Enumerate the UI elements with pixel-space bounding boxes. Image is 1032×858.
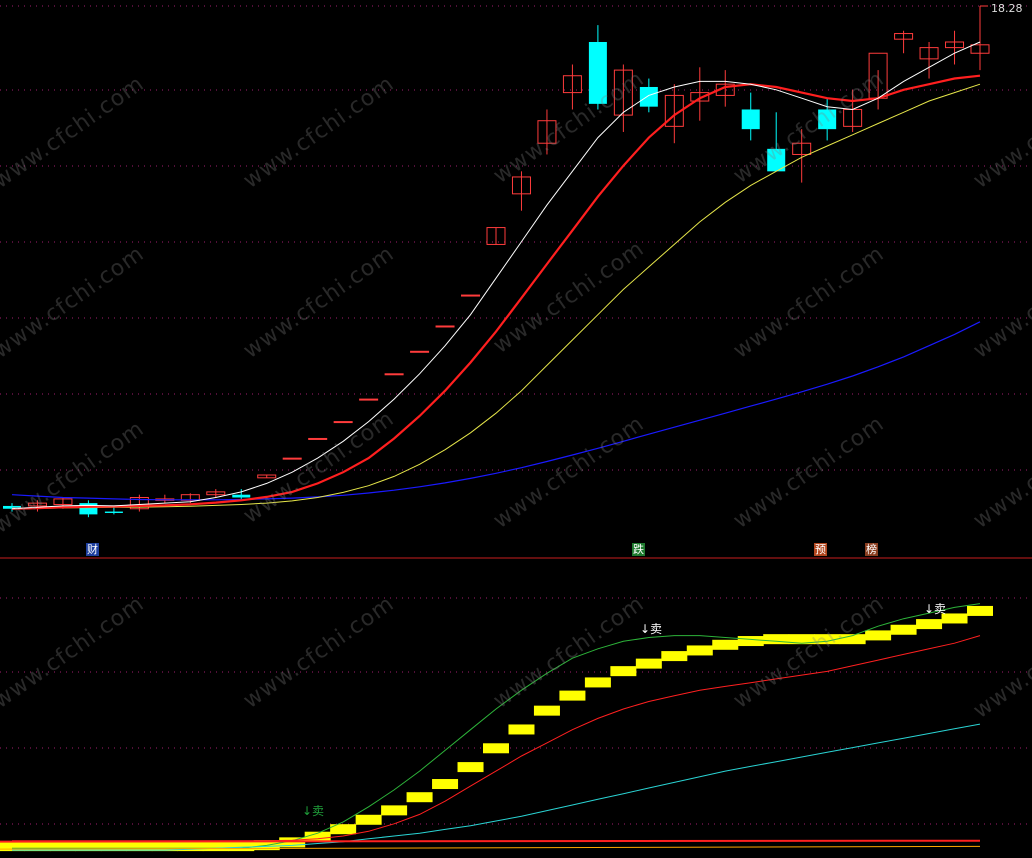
band-block (686, 645, 713, 656)
candle-body (741, 109, 760, 130)
event-tag-die[interactable]: 跌 (632, 543, 645, 556)
moving-averages (11, 5, 988, 510)
candle-body (461, 294, 481, 297)
candles (3, 6, 990, 518)
candle-body (384, 373, 404, 376)
candle-body (79, 503, 98, 515)
osc-line-red (12, 635, 981, 842)
band-block (635, 658, 662, 669)
price-high-label: 18.28 (991, 2, 1023, 15)
band-block (584, 677, 611, 688)
band-block (457, 762, 484, 773)
sub-indicator (0, 603, 993, 852)
band-block (432, 779, 459, 790)
band-block (737, 636, 764, 647)
band-block (406, 792, 433, 803)
sell-signal: ↓卖 (640, 622, 663, 636)
sell-signal: ↓卖 (302, 804, 325, 818)
band-block (916, 619, 943, 630)
candle-body (104, 511, 123, 513)
candle-body (435, 325, 455, 328)
candle-body (282, 457, 302, 460)
band-block (508, 724, 535, 735)
candle-body (818, 109, 837, 130)
band-block (228, 841, 255, 852)
band-block (763, 634, 790, 645)
band-block (712, 639, 739, 650)
candle-body (588, 41, 607, 104)
ma-line-red (11, 74, 981, 510)
band-block (533, 705, 560, 716)
ma-line-blue (11, 321, 981, 501)
band-block (865, 630, 892, 641)
candle-body (333, 421, 353, 424)
ma-line-yellow (11, 83, 981, 510)
sell-signal: ↓卖 (924, 602, 947, 616)
band-block (661, 651, 688, 662)
event-tag-cai[interactable]: 财 (86, 543, 99, 556)
band-block (890, 624, 917, 635)
candle-body (359, 398, 379, 401)
band-block (967, 605, 993, 616)
grid-lines (0, 5, 1032, 825)
event-tag-yu[interactable]: 预 (814, 543, 827, 556)
osc-base-line (0, 839, 981, 843)
candle-body (308, 437, 328, 440)
band-block (202, 841, 229, 852)
kline-chart[interactable] (0, 0, 1032, 858)
band-block (559, 690, 586, 701)
candle-body (410, 350, 430, 353)
band-block (381, 805, 408, 816)
event-tag-bang[interactable]: 榜 (865, 543, 878, 556)
osc-line-cyan (12, 723, 981, 851)
band-block (483, 743, 509, 754)
candle-body (232, 494, 251, 498)
band-block (355, 814, 382, 825)
candle-body (639, 86, 658, 107)
band-block (610, 666, 637, 677)
